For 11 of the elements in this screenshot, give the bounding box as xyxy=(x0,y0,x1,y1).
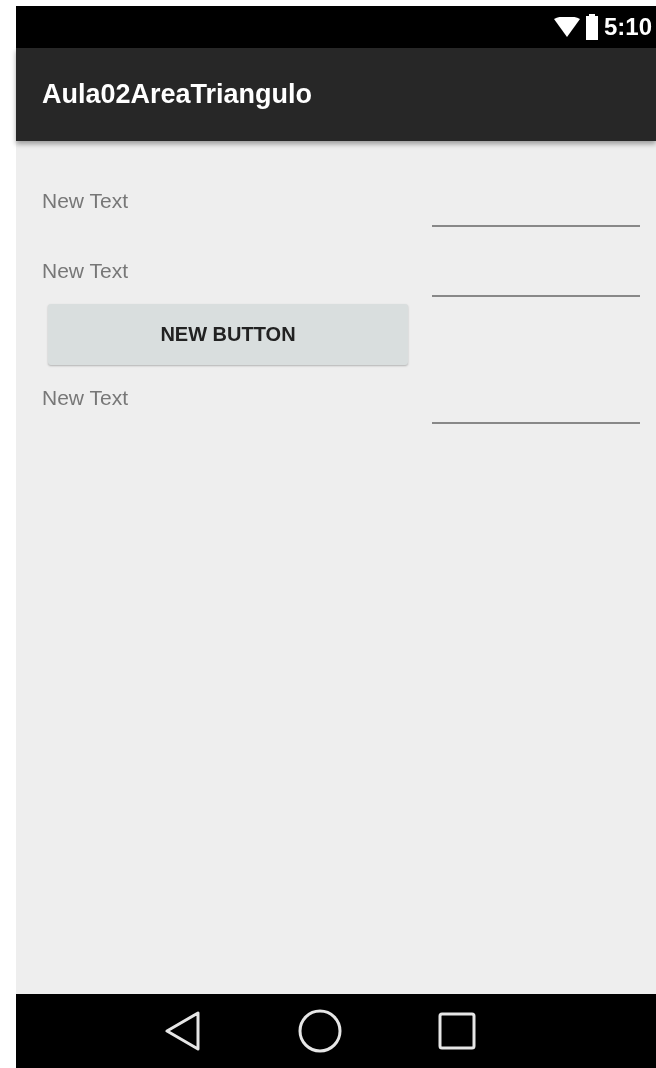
battery-icon xyxy=(585,14,598,40)
text-label: New Text xyxy=(42,259,128,283)
status-time: 5:10 xyxy=(603,13,652,41)
home-icon[interactable] xyxy=(298,1009,342,1053)
app-title: Aula02AreaTriangulo xyxy=(42,79,313,110)
back-icon[interactable] xyxy=(164,1011,202,1051)
text-label: New Text xyxy=(42,386,128,410)
text-label: New Text xyxy=(42,189,128,213)
new-button[interactable]: NEW BUTTON xyxy=(48,304,408,365)
wifi-icon xyxy=(553,17,580,37)
recents-icon[interactable] xyxy=(438,1012,476,1050)
